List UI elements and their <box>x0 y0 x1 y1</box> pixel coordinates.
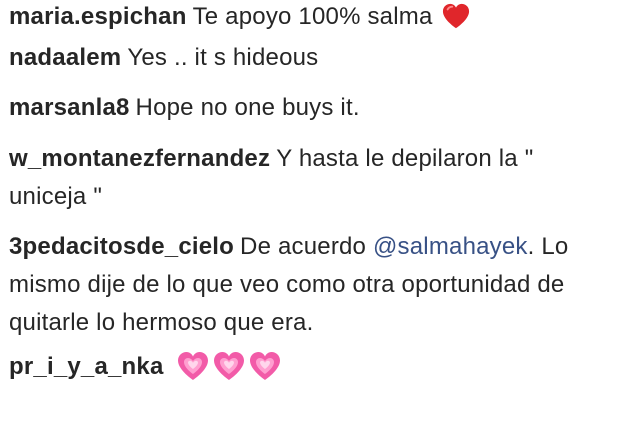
comment-username[interactable]: pr_i_y_a_nka <box>9 353 164 380</box>
comment-list: maria.espichan Te apoyo 100% salma nadaal… <box>9 0 614 386</box>
comment-item: pr_i_y_a_nka <box>9 348 614 386</box>
comment-username[interactable]: maria.espichan <box>9 3 187 30</box>
comment-item: nadaalem Yes .. it s hideous <box>9 39 614 77</box>
pink-heart-icon <box>178 352 209 380</box>
comment-text: Yes .. it s hideous <box>127 44 319 71</box>
pink-heart-icon <box>214 352 245 380</box>
comment-item: marsanla8 Hope no one buys it. <box>9 89 614 127</box>
comment-item: maria.espichan Te apoyo 100% salma <box>9 0 614 36</box>
comment-mention-link[interactable]: @salmahayek <box>373 233 528 260</box>
comment-item: w_montanezfernandez Y hasta le depilaron … <box>9 140 614 216</box>
comment-text: Te apoyo 100% salma <box>192 3 433 30</box>
comment-username[interactable]: nadaalem <box>9 44 121 71</box>
comment-item: 3pedacitosde_cielo De acuerdo @salmahayek… <box>9 228 614 342</box>
comment-username[interactable]: 3pedacitosde_cielo <box>9 233 234 260</box>
comment-username[interactable]: marsanla8 <box>9 94 130 121</box>
comment-text: Hope no one buys it. <box>135 94 360 121</box>
comment-text: De acuerdo <box>240 233 367 260</box>
red-heart-icon <box>443 3 470 29</box>
comment-username[interactable]: w_montanezfernandez <box>9 145 270 172</box>
pink-heart-icon <box>250 352 281 380</box>
